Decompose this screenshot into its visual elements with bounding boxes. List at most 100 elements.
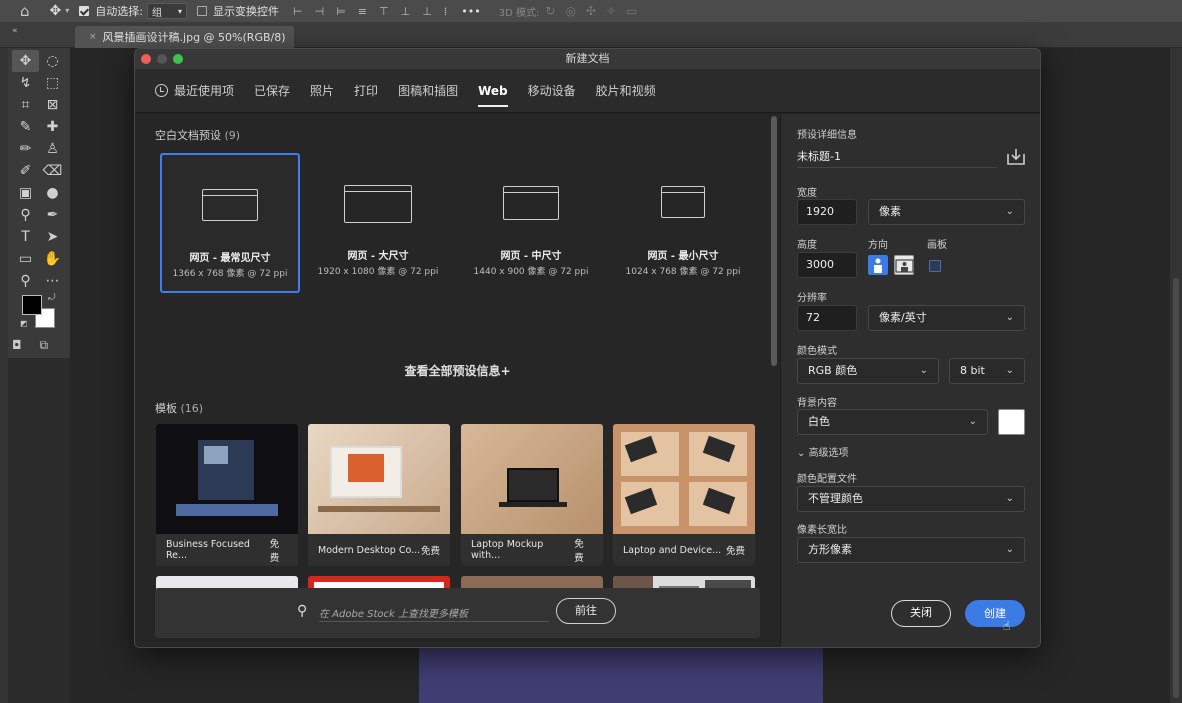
object-select-tool-icon[interactable]: ⬚ [39,72,66,94]
close-button[interactable]: 关闭 [891,600,951,627]
close-window-icon[interactable] [141,54,151,64]
template-card[interactable]: Modern Desktop Co... 免费 [308,424,450,566]
tab-photo[interactable]: 照片 [310,69,334,113]
background-label: 背景内容 [797,398,837,409]
show-transform-checkbox[interactable] [197,6,207,16]
hand-tool-icon[interactable]: ✋ [39,248,66,270]
bit-depth-dropdown[interactable]: 8 bit ⌄ [949,358,1025,384]
tab-web[interactable]: Web [478,69,508,113]
more-options-button[interactable]: ••• [461,5,480,18]
history-brush-icon[interactable]: ✐ [12,160,39,182]
gradient-tool-icon[interactable]: ▣ [12,182,39,204]
marquee-tool-icon[interactable]: ◌ [39,50,66,72]
align-right-icon[interactable]: ⊨ [336,5,346,18]
collapse-icon[interactable]: « [12,26,18,36]
3d-camera-icon[interactable]: ▭ [626,4,637,18]
align-top-icon[interactable]: ⊤ [379,5,389,18]
3d-slide-icon[interactable]: ✧ [606,4,616,18]
crop-tool-icon[interactable]: ⌗ [12,94,39,116]
close-tab-icon[interactable]: × [89,32,97,42]
brush-tool-icon[interactable]: ✏ [12,138,39,160]
template-card[interactable]: Laptop Mockup with... 免费 [461,424,603,566]
eyedropper-tool-icon[interactable]: ✎ [12,116,39,138]
frame-tool-icon[interactable]: ⊠ [39,94,66,116]
document-artboard[interactable] [419,640,823,703]
pen-tool-icon[interactable]: ✒ [39,204,66,226]
blur-tool-icon[interactable]: ● [39,182,66,204]
background-dropdown[interactable]: 白色 ⌄ [797,409,988,435]
path-select-icon[interactable]: ➤ [39,226,66,248]
artboard-checkbox[interactable] [929,260,941,272]
tab-film-video[interactable]: 胶片和视频 [596,69,656,113]
scrollbar-thumb[interactable] [1173,278,1179,698]
more-tools-icon[interactable]: ⋯ [39,270,66,292]
home-icon[interactable]: ⌂ [20,3,30,19]
align-left-icon[interactable]: ⊢ [293,5,303,18]
document-tab[interactable]: × 风景插画设计稿.jpg @ 50%(RGB/8) [75,26,294,48]
width-unit-dropdown[interactable]: 像素 ⌄ [868,199,1025,225]
resolution-input[interactable]: 72 [797,305,857,331]
portrait-orientation-icon[interactable] [868,255,888,275]
zoom-window-icon[interactable] [173,54,183,64]
3d-roll-icon[interactable]: ◎ [565,4,575,18]
tab-mobile[interactable]: 移动设备 [528,69,576,113]
default-colors-icon[interactable]: ◩ [20,319,28,328]
align-center-h-icon[interactable]: ⊣ [315,5,325,18]
preset-web-medium[interactable]: 网页 - 中尺寸 1440 x 900 像素 @ 72 ppi [461,153,601,293]
chevron-down-icon: ⌄ [1005,544,1014,555]
stock-search-input[interactable]: 在 Adobe Stock 上查找更多模板 [319,602,549,622]
align-middle-icon[interactable]: ⊥ [401,5,411,18]
tab-saved[interactable]: 已保存 [254,69,290,113]
pixel-aspect-dropdown[interactable]: 方形像素 ⌄ [797,537,1025,563]
tab-art-illustration[interactable]: 图稿和插图 [398,69,458,113]
distribute-icon[interactable]: ≡ [358,5,367,18]
auto-select-dropdown[interactable]: 组 ▾ [147,3,187,19]
save-preset-icon[interactable] [1006,148,1026,166]
swap-colors-icon[interactable]: ⤾ [48,293,56,303]
stamp-tool-icon[interactable]: ♙ [39,138,66,160]
eraser-tool-icon[interactable]: ⌫ [39,160,66,182]
distribute-v-icon[interactable]: ⁞ [444,5,448,18]
height-input[interactable]: 3000 [797,252,857,278]
rectangle-tool-icon[interactable]: ▭ [12,248,39,270]
foreground-color-swatch[interactable] [22,295,42,315]
3d-orbit-icon[interactable]: ↻ [545,4,555,18]
create-button[interactable]: 创建 [965,600,1025,627]
move-tool-icon[interactable]: ✥ [12,50,39,72]
minimize-window-icon[interactable] [157,54,167,64]
align-bottom-icon[interactable]: ⊥ [422,5,432,18]
view-all-presets-link[interactable]: 查看全部预设信息+ [135,362,780,379]
quick-mask-icon[interactable]: ◘ [12,338,22,353]
template-card[interactable]: Business Focused Re... 免费 [156,424,298,566]
color-mode-dropdown[interactable]: RGB 颜色 ⌄ [797,358,939,384]
screen-mode-icon[interactable]: ⧉ [40,338,49,353]
chevron-down-icon: ⌄ [1005,206,1014,217]
chevron-down-icon[interactable]: ▾ [65,7,69,15]
dodge-tool-icon[interactable]: ⚲ [12,204,39,226]
background-color-swatch[interactable] [998,409,1025,435]
3d-pan-icon[interactable]: ✣ [586,4,596,18]
resolution-unit-dropdown[interactable]: 像素/英寸 ⌄ [868,305,1025,331]
zoom-tool-icon[interactable]: ⚲ [12,270,39,292]
clock-icon [155,84,168,97]
move-tool-icon[interactable]: ✥ [50,4,62,18]
healing-brush-icon[interactable]: ✚ [39,116,66,138]
auto-select-checkbox[interactable] [79,6,90,16]
tab-recent[interactable]: 最近使用项 [155,69,234,113]
advanced-options-toggle[interactable]: ⌄ 高级选项 [797,444,849,459]
preset-web-common[interactable]: 网页 - 最常见尺寸 1366 x 768 像素 @ 72 ppi [160,153,300,293]
template-card[interactable]: Laptop and Device... 免费 [613,424,755,566]
go-button[interactable]: 前往 [556,598,616,624]
preset-web-large[interactable]: 网页 - 大尺寸 1920 x 1080 像素 @ 72 ppi [308,153,448,293]
chevron-down-icon: ⌄ [797,448,809,459]
type-tool-icon[interactable]: T [12,226,39,248]
presets-scrollbar[interactable] [771,116,777,366]
preset-web-minimum[interactable]: 网页 - 最小尺寸 1024 x 768 像素 @ 72 ppi [613,153,753,293]
lasso-tool-icon[interactable]: ↯ [12,72,39,94]
document-name-field[interactable]: 未标题-1 [797,148,997,168]
tab-print[interactable]: 打印 [354,69,378,113]
landscape-orientation-icon[interactable] [894,255,914,275]
width-input[interactable]: 1920 [797,199,857,225]
color-profile-dropdown[interactable]: 不管理颜色 ⌄ [797,486,1025,512]
canvas-scrollbar[interactable] [1170,48,1182,703]
